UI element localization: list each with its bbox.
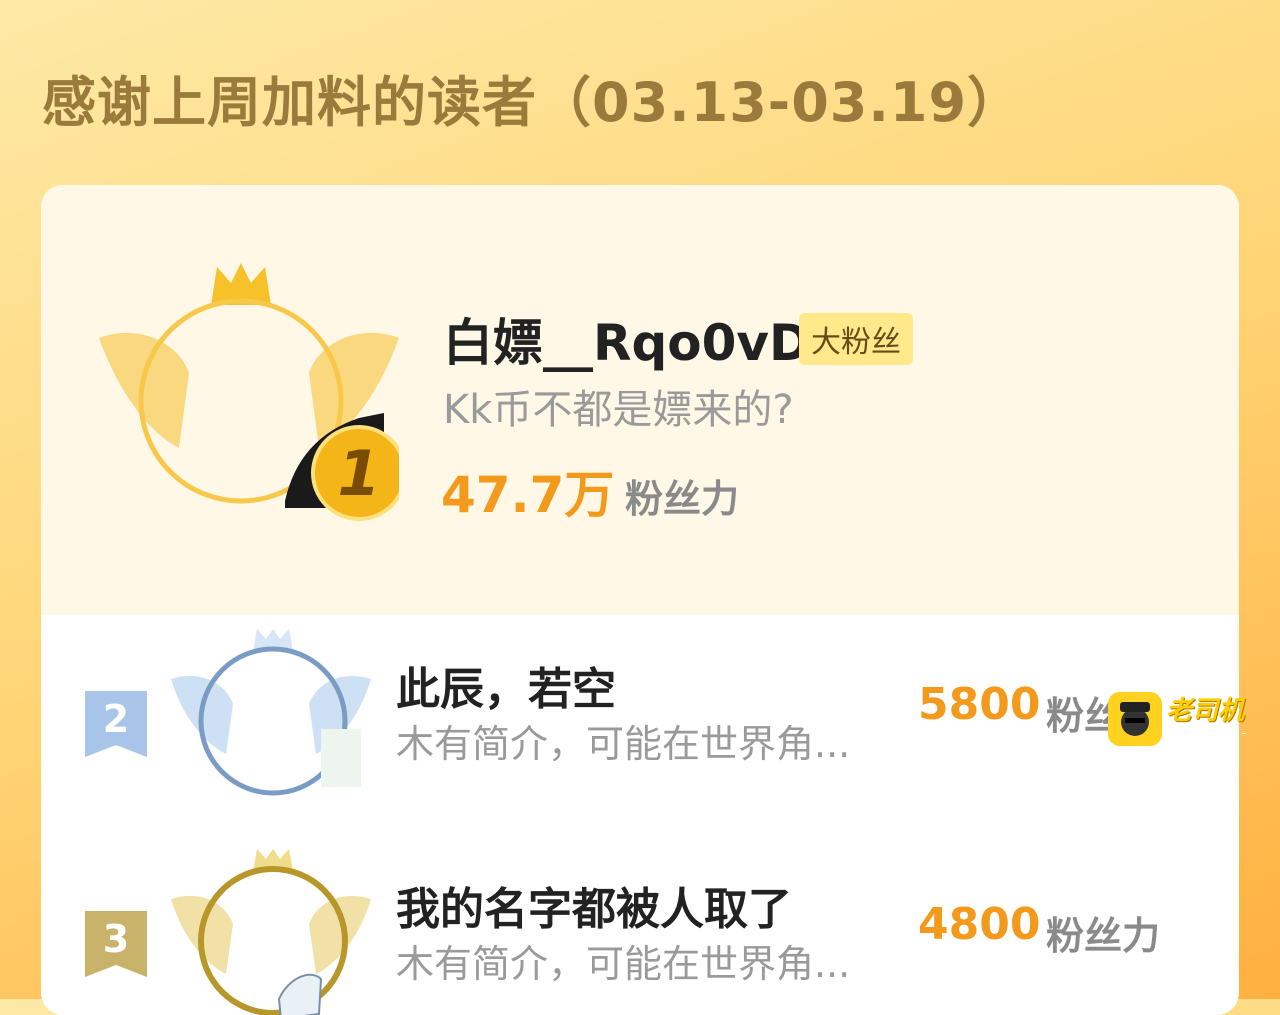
list-item[interactable]: 3 我的名字都被人取了 木有简介，可能在世界角... 4800 粉丝力 bbox=[41, 835, 1239, 1015]
fans-label-3: 粉丝力 bbox=[1046, 914, 1161, 958]
rank-number-2: 2 bbox=[102, 697, 130, 741]
fan-level-badge: 大粉丝 bbox=[799, 313, 913, 365]
page-title: 感谢上周加料的读者（03.13-03.19） bbox=[42, 71, 1023, 134]
leaderboard-card: 1 白嫖__Rqo0vD 大粉丝 Kk币不都是嫖来的? 47.7万 粉丝力 2 … bbox=[41, 185, 1239, 1015]
rank-number-1: 1 bbox=[337, 437, 380, 510]
reader-bio-2: 木有简介，可能在世界角... bbox=[396, 722, 851, 766]
reader-bio-1: Kk币不都是嫖来的? bbox=[443, 387, 794, 433]
rank-number-3: 3 bbox=[102, 917, 130, 961]
avatar-frame-gold[interactable]: 1 bbox=[99, 263, 399, 533]
watermark-url: - lsjmh.vip - bbox=[1170, 726, 1247, 741]
reader-name-1[interactable]: 白嫖__Rqo0vD bbox=[443, 303, 811, 375]
watermark-text: 老司机 bbox=[1166, 696, 1245, 726]
reader-name-2[interactable]: 此辰，若空 bbox=[396, 653, 616, 717]
watermark: 老司机 - lsjmh.vip - bbox=[1108, 690, 1268, 750]
top-reader-section[interactable]: 1 白嫖__Rqo0vD 大粉丝 Kk币不都是嫖来的? 47.7万 粉丝力 bbox=[41, 185, 1239, 615]
avatar-frame-bronze[interactable] bbox=[171, 849, 371, 1015]
fans-value-2: 5800 bbox=[918, 679, 1041, 730]
reader-bio-3: 木有简介，可能在世界角... bbox=[396, 942, 851, 986]
list-item[interactable]: 2 此辰，若空 木有简介，可能在世界角... 5800 粉丝力 bbox=[41, 615, 1239, 835]
watermark-logo-icon bbox=[1108, 692, 1162, 746]
fans-value-1: 47.7万 bbox=[441, 466, 615, 524]
avatar-frame-silver[interactable] bbox=[171, 629, 371, 809]
reader-name-3[interactable]: 我的名字都被人取了 bbox=[396, 873, 792, 937]
fans-value-3: 4800 bbox=[918, 899, 1041, 950]
fans-label-1: 粉丝力 bbox=[625, 477, 740, 521]
